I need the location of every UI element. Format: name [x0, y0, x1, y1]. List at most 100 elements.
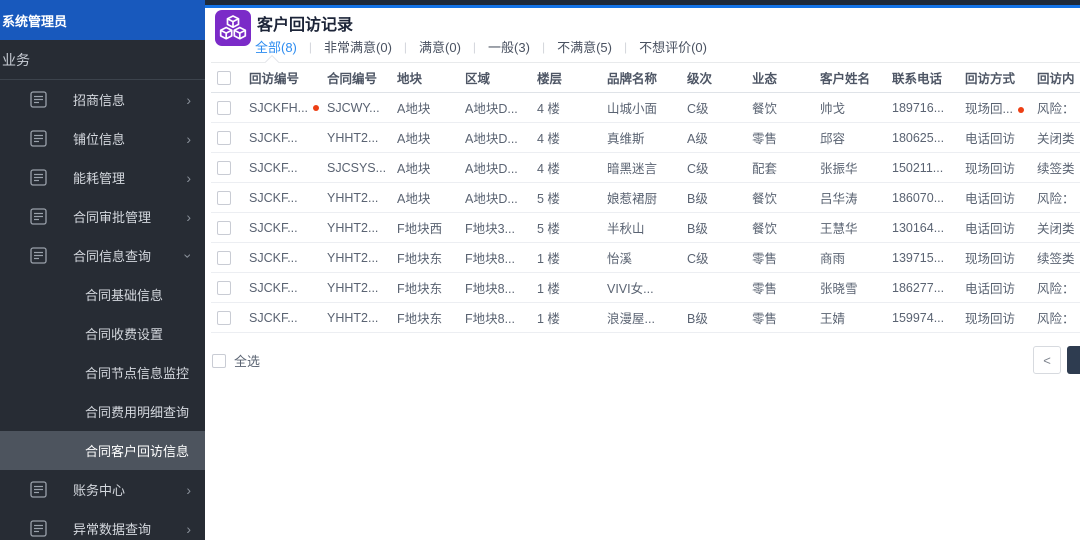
row-checkbox[interactable] [217, 101, 231, 115]
document-icon [30, 247, 47, 264]
table-cell: 吕华涛 [820, 183, 892, 213]
row-checkbox[interactable] [217, 161, 231, 175]
sidebar-subitem[interactable]: 合同节点信息监控 [0, 353, 205, 392]
sidebar-item[interactable]: 异常数据查询› [0, 509, 205, 540]
column-header: 客户姓名 [820, 63, 892, 93]
sidebar-menu: 招商信息›铺位信息›能耗管理›合同审批管理›合同信息查询›合同基础信息合同收费设… [0, 80, 205, 540]
cell-text: A地块 [397, 132, 430, 146]
chevron-down-icon: › [182, 253, 196, 258]
sidebar-item[interactable]: 合同信息查询› [0, 236, 205, 275]
cell-text: 配套 [752, 162, 777, 176]
table-cell: 娘惹裙厨 [607, 183, 687, 213]
select-all-label: 全选 [234, 351, 260, 370]
cell-text: 山城小面 [607, 102, 657, 116]
table-cell: F地块8... [465, 303, 537, 333]
sidebar-subitem-active[interactable]: 合同客户回访信息 [0, 431, 205, 470]
table-cell: B级 [687, 303, 752, 333]
main-content: 客户回访记录 全部(8)|非常满意(0)|满意(0)|一般(3)|不满意(5)|… [205, 0, 1080, 540]
cell-text: F地块东 [397, 312, 442, 326]
sidebar-subitem[interactable]: 合同基础信息 [0, 275, 205, 314]
table-cell: SJCKF... [249, 303, 327, 333]
select-all-checkbox[interactable] [212, 354, 226, 368]
status-dot-icon [1018, 107, 1024, 113]
accent-divider [205, 5, 1080, 8]
cell-text: C级 [687, 162, 709, 176]
cell-text: B级 [687, 312, 708, 326]
row-checkbox[interactable] [217, 281, 231, 295]
cell-text: 139715... [892, 251, 944, 265]
cell-text: A地块 [397, 192, 430, 206]
cell-text: YHHT2... [327, 191, 378, 205]
table-cell: 王婧 [820, 303, 892, 333]
row-checkbox-cell [211, 123, 249, 153]
table-cell: 张晓雪 [820, 273, 892, 303]
cell-text: 王婧 [820, 312, 845, 326]
cell-text: SJCKFH... [249, 101, 308, 115]
row-checkbox-cell [211, 93, 249, 123]
sidebar-subitem[interactable]: 合同费用明细查询 [0, 392, 205, 431]
table-cell: F地块8... [465, 273, 537, 303]
cell-text: F地块8... [465, 282, 515, 296]
row-checkbox[interactable] [217, 221, 231, 235]
sidebar-subitem-label: 合同费用明细查询 [85, 402, 189, 421]
row-checkbox-cell [211, 273, 249, 303]
cell-text: YHHT2... [327, 131, 378, 145]
document-icon [30, 481, 47, 498]
sidebar-item-label: 能耗管理 [73, 168, 125, 187]
table-cell: SJCKF... [249, 183, 327, 213]
sidebar-item[interactable]: 合同审批管理› [0, 197, 205, 236]
table-cell: 5 楼 [537, 213, 607, 243]
pagination-prev-button[interactable]: < [1033, 346, 1061, 374]
column-header: 业态 [752, 63, 820, 93]
table-cell: 帅戈 [820, 93, 892, 123]
filter-tab[interactable]: 不满意(5) [557, 37, 612, 56]
sidebar: 系统管理员 业务 招商信息›铺位信息›能耗管理›合同审批管理›合同信息查询›合同… [0, 0, 205, 540]
cell-text: 怡溪 [607, 252, 632, 266]
table-cell: 零售 [752, 303, 820, 333]
row-checkbox[interactable] [217, 191, 231, 205]
cell-text: F地块8... [465, 252, 515, 266]
cell-text: 邱容 [820, 132, 845, 146]
table-row: SJCKF...YHHT2...F地块东F地块8...1 楼浪漫屋...B级零售… [211, 303, 1080, 333]
cell-text: 5 楼 [537, 192, 560, 206]
pagination-current-page[interactable] [1067, 346, 1080, 374]
row-checkbox[interactable] [217, 311, 231, 325]
table-cell: 1 楼 [537, 243, 607, 273]
cell-text: 娘惹裙厨 [607, 192, 657, 206]
cell-text: SJCKF... [249, 311, 298, 325]
cell-text: SJCKF... [249, 191, 298, 205]
row-checkbox-cell [211, 243, 249, 273]
chevron-right-icon: › [186, 93, 191, 107]
cell-text: 关闭类 [1037, 222, 1075, 236]
filter-tab[interactable]: 满意(0) [419, 37, 461, 56]
row-checkbox[interactable] [217, 131, 231, 145]
table-cell: A级 [687, 123, 752, 153]
sidebar-item[interactable]: 招商信息› [0, 80, 205, 119]
cell-text: 关闭类 [1037, 132, 1075, 146]
cell-text: 王慧华 [820, 222, 858, 236]
cell-text: 暗黑迷言 [607, 162, 657, 176]
cell-text: 商雨 [820, 252, 845, 266]
document-icon [30, 169, 47, 186]
sidebar-item[interactable]: 能耗管理› [0, 158, 205, 197]
sidebar-item-label: 账务中心 [73, 480, 125, 499]
cubes-icon [215, 10, 251, 51]
table-cell: SJCKF... [249, 243, 327, 273]
column-header: 地块 [397, 63, 465, 93]
cell-text: 风险： [1037, 102, 1075, 116]
cell-text: 零售 [752, 312, 777, 326]
row-checkbox[interactable] [217, 251, 231, 265]
filter-tab[interactable]: 非常满意(0) [324, 37, 392, 56]
filter-tab[interactable]: 不想评价(0) [639, 37, 707, 56]
cell-text: C级 [687, 102, 709, 116]
cell-text: 1 楼 [537, 312, 560, 326]
table-cell: 1 楼 [537, 273, 607, 303]
filter-tab[interactable]: 一般(3) [488, 37, 530, 56]
sidebar-item[interactable]: 铺位信息› [0, 119, 205, 158]
cell-text: 帅戈 [820, 102, 845, 116]
header-checkbox[interactable] [217, 71, 231, 85]
cell-text: 风险： [1037, 282, 1075, 296]
sidebar-subitem[interactable]: 合同收费设置 [0, 314, 205, 353]
filter-tab[interactable]: 全部(8) [255, 37, 297, 56]
sidebar-item[interactable]: 账务中心› [0, 470, 205, 509]
